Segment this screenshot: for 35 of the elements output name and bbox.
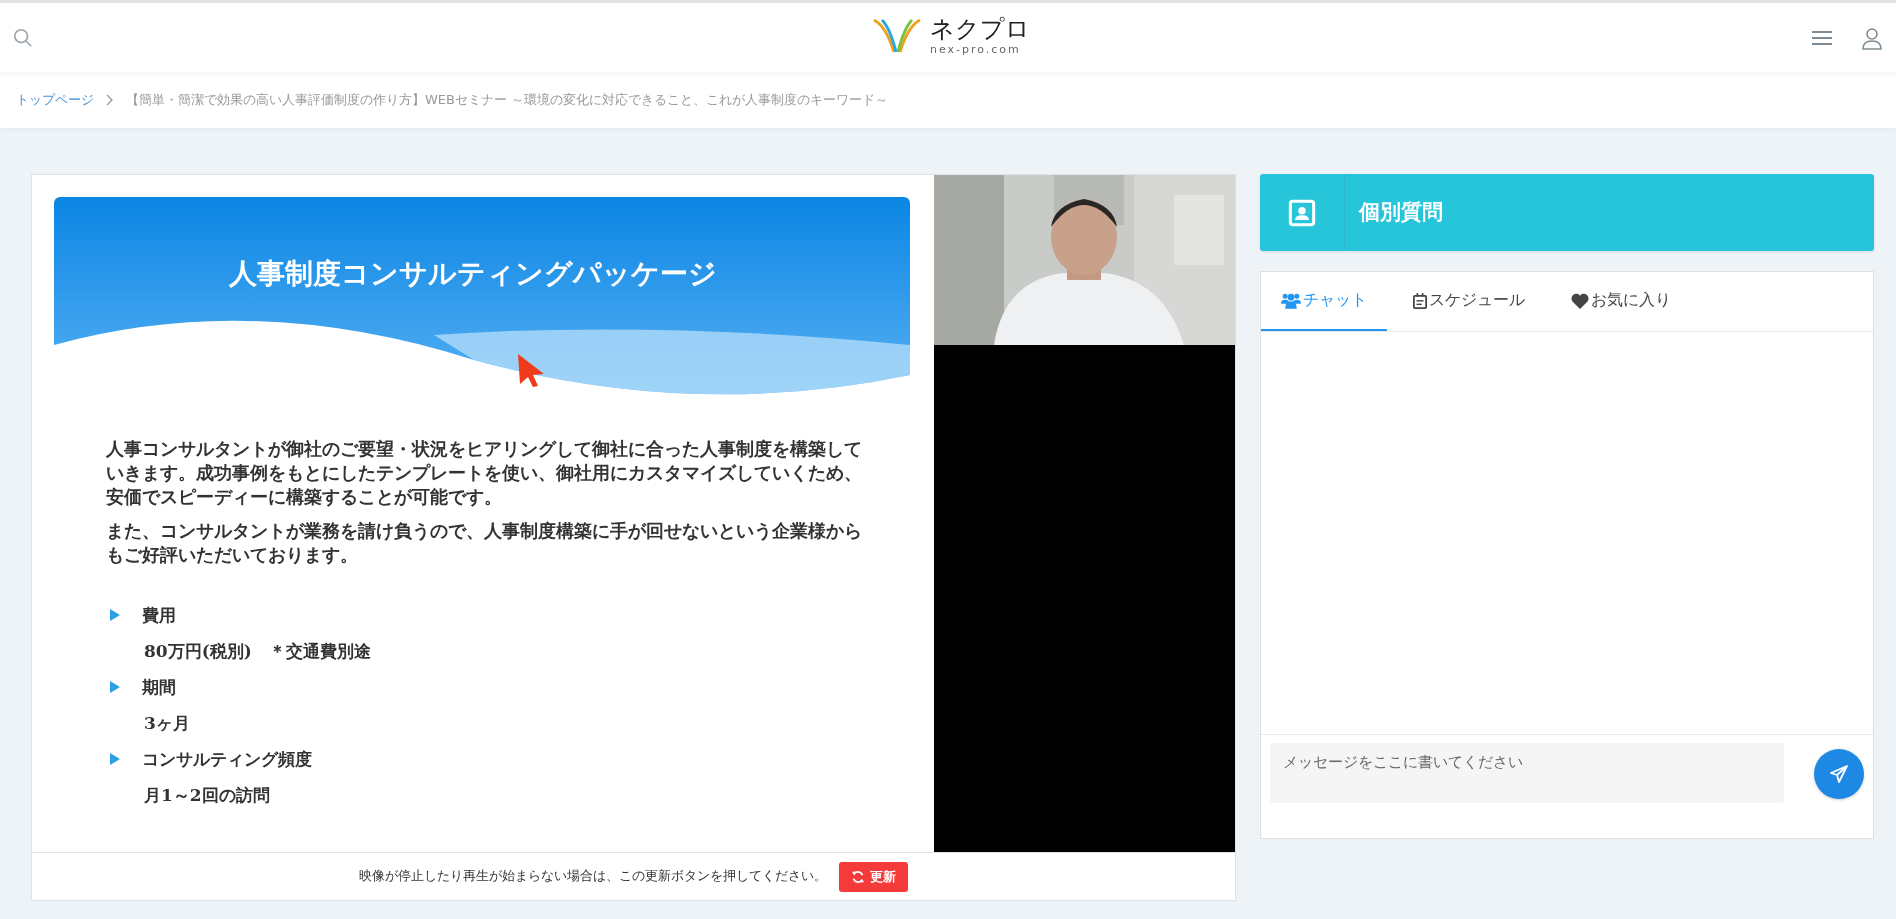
item-heading: 費用 — [142, 603, 176, 627]
item-detail: 月1～2回の訪問 — [143, 784, 271, 807]
logo-icon — [872, 18, 922, 54]
breadcrumb-link[interactable]: トップページ — [16, 91, 94, 109]
question-title: 個別質問 — [1344, 174, 1443, 251]
slide-paragraph: 人事コンサルタントが御社のご要望・状況をヒアリングして御社に合った人事制度を構築していきます。成功事例をもとにしたテンプレートを使い、御社用にカスタマイズしていくため、安価でスピーディーに構築することが可能です。 — [106, 438, 863, 509]
item-heading: コンサルティング頻度 — [142, 747, 312, 771]
logo-name[interactable]: ネクプロ — [930, 17, 1030, 41]
bullet-icon — [110, 681, 120, 693]
people-icon — [1281, 292, 1301, 309]
item-detail: 3ヶ月 — [143, 712, 191, 735]
notice-text: 映像が停止したり再生が始まらない場合は、この更新ボタンを押してください。 — [359, 868, 827, 885]
calendar-icon — [1413, 292, 1427, 309]
tab[interactable]: スケジュール — [1393, 272, 1545, 331]
send-icon — [1829, 764, 1850, 784]
bullet-icon — [110, 609, 120, 621]
breadcrumb-current: 【簡単・簡潔で効果の高い人事評価制度の作り方】WEBセミナー ～環境の変化に対応できること、これが人事制度のキーワード～ — [126, 91, 889, 109]
refresh-icon — [851, 869, 865, 884]
bullet-icon — [110, 753, 120, 765]
message-field[interactable]: メッセージをここに書いてください — [1270, 743, 1785, 803]
item-heading: 期間 — [142, 675, 176, 699]
menu-icon[interactable] — [1812, 29, 1832, 46]
slide-title: 人事制度コンサルティングパッケージ — [229, 256, 717, 292]
slide-paragraph: また、コンサルタントが業務を請け負うので、人事制度構築に手が回せないという企業様からもご好評いただいております。 — [106, 520, 863, 567]
search-icon[interactable] — [12, 26, 34, 49]
heart-icon — [1571, 292, 1589, 309]
refresh-button[interactable]: 更新 — [839, 861, 908, 892]
item-detail: 80万円(税別) ＊交通費別途 — [143, 640, 372, 663]
pointer-icon — [516, 352, 546, 388]
tab[interactable]: お気に入り — [1551, 272, 1691, 331]
user-icon[interactable] — [1860, 25, 1884, 50]
contact-icon — [1288, 198, 1316, 227]
chevron-icon — [106, 94, 114, 106]
logo-domain: nex-pro.com — [930, 44, 1022, 55]
send-button[interactable] — [1814, 749, 1864, 799]
